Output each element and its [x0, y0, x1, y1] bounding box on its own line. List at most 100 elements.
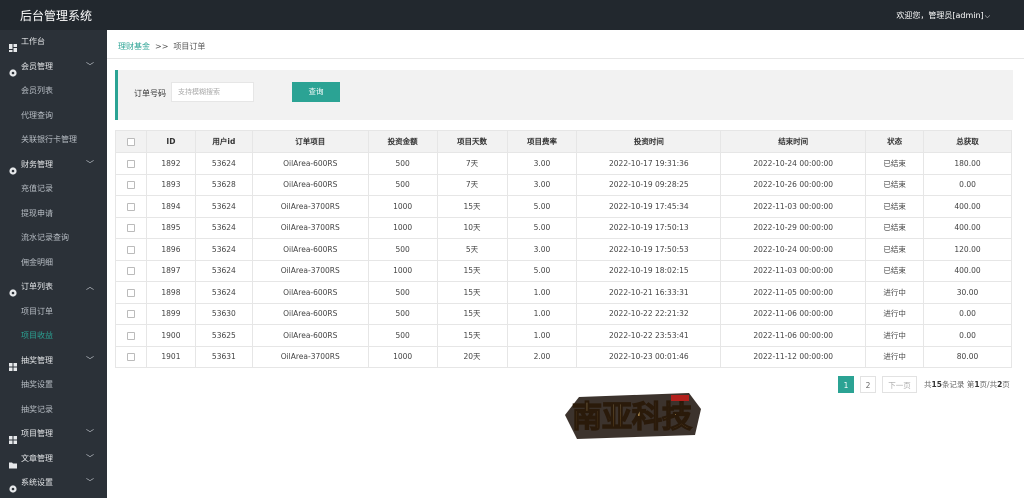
gear-icon	[9, 63, 17, 77]
table-cell: 53630	[194, 302, 253, 325]
table-cell: 1900	[145, 324, 196, 347]
row-checkbox[interactable]	[126, 224, 135, 233]
sidebar-item-label: 抽奖记录	[21, 404, 53, 414]
row-select-cell	[115, 173, 147, 196]
select-all-checkbox[interactable]	[126, 138, 135, 146]
row-checkbox[interactable]	[126, 331, 135, 340]
sidebar-group-16[interactable]: 项目管理 ﹀	[0, 422, 107, 447]
table-cell: 2022-10-19 18:02:15	[576, 259, 722, 282]
sidebar-item-label: 文章管理	[21, 453, 53, 463]
table-row[interactable]: 1893 53628 OilArea-600RS 500 7天 3.00 2022-10-1…	[115, 173, 1012, 196]
table-cell: OilArea-600RS	[251, 302, 369, 325]
table-cell: 180.00	[923, 152, 1012, 175]
table-cell: 5.00	[506, 259, 578, 282]
column-header: 状态	[865, 130, 925, 153]
table-cell: OilArea-3700RS	[251, 259, 369, 282]
table-cell: 1896	[145, 238, 196, 261]
table-cell: 2022-10-19 09:28:25	[576, 173, 722, 196]
table-cell: 3.00	[506, 238, 578, 261]
sidebar-item-9[interactable]: 佣金明细	[0, 251, 107, 276]
row-checkbox[interactable]	[126, 181, 135, 190]
sidebar-group-18[interactable]: 系统设置 ﹀	[0, 471, 107, 496]
table-cell: OilArea-600RS	[251, 173, 369, 196]
breadcrumb-link[interactable]: 理财基金	[118, 42, 150, 51]
row-checkbox[interactable]	[126, 202, 135, 211]
folder-icon	[9, 455, 17, 468]
grid-icon	[9, 430, 17, 444]
sidebar-item-8[interactable]: 流水记录查询	[0, 226, 107, 251]
table-row[interactable]: 1895 53624 OilArea-3700RS 1000 10天 5.00 2022-1…	[115, 216, 1012, 239]
table-cell: 1894	[145, 195, 196, 218]
table-cell: 0.00	[923, 302, 1012, 325]
table-row[interactable]: 1901 53631 OilArea-3700RS 1000 20天 2.00 2022-1…	[115, 345, 1012, 368]
filter-panel: 订单号码 查询	[115, 70, 1013, 120]
top-bar: 后台管理系统 欢迎您，管理员[admin]⌵	[0, 0, 1024, 30]
table-row[interactable]: 1897 53624 OilArea-3700RS 1000 15天 5.00 2022-1…	[115, 259, 1012, 282]
table-cell: 53624	[194, 281, 253, 304]
table-cell: 500	[367, 152, 438, 175]
table-cell: 53624	[194, 216, 253, 239]
column-header: 用户id	[194, 130, 253, 153]
table-cell: 53624	[194, 238, 253, 261]
sidebar-item-label: 抽奖管理	[21, 355, 53, 365]
table-cell: 15天	[436, 302, 508, 325]
next-page-button[interactable]: 下一页	[882, 376, 917, 393]
page-1-button[interactable]: 1	[838, 376, 854, 393]
sidebar-item-7[interactable]: 提现申请	[0, 202, 107, 227]
sidebar-group-10[interactable]: 订单列表 ︿	[0, 275, 107, 300]
sidebar-group-17[interactable]: 文章管理 ﹀	[0, 447, 107, 472]
table-cell: OilArea-600RS	[251, 152, 369, 175]
table-row[interactable]: 1898 53624 OilArea-600RS 500 15天 1.00 2022-10-…	[115, 281, 1012, 304]
main-content: 理财基金 >> 项目订单 订单号码 查询 ID用户id订单项目投资金额项目天数项目费…	[107, 30, 1024, 498]
sidebar-item-15[interactable]: 抽奖记录	[0, 398, 107, 423]
table-row[interactable]: 1894 53624 OilArea-3700RS 1000 15天 5.00 2022-1…	[115, 195, 1012, 218]
sidebar-item-label: 流水记录查询	[21, 233, 69, 242]
table-row[interactable]: 1896 53624 OilArea-600RS 500 5天 3.00 2022-10-1…	[115, 238, 1012, 261]
order-number-input[interactable]	[171, 82, 254, 102]
table-cell: 2022-10-21 16:33:31	[576, 281, 722, 304]
table-cell: 0.00	[923, 324, 1012, 347]
table-cell: 1000	[367, 345, 438, 368]
sidebar-item-3[interactable]: 代理查询	[0, 104, 107, 129]
table-cell: 10天	[436, 216, 508, 239]
row-checkbox[interactable]	[126, 353, 135, 362]
sidebar-item-2[interactable]: 会员列表	[0, 79, 107, 104]
orders-table: ID 用户id 订单项目 投资金额 项目天数 项目费率 投资时间 结束时间 状态 总获取 1892…	[115, 130, 1012, 368]
row-checkbox[interactable]	[126, 245, 135, 254]
table-row[interactable]: 1899 53630 OilArea-600RS 500 15天 1.00 2022-10-…	[115, 302, 1012, 325]
sidebar-item-label: 充值记录	[21, 184, 53, 193]
row-checkbox[interactable]	[126, 310, 135, 319]
row-checkbox[interactable]	[126, 159, 135, 168]
page-2-button[interactable]: 2	[860, 376, 876, 393]
chevron-down-icon: ﹀	[86, 159, 94, 169]
table-cell: 2022-10-17 19:31:36	[576, 152, 722, 175]
sidebar-group-13[interactable]: 抽奖管理 ﹀	[0, 349, 107, 374]
sidebar-group-0[interactable]: 工作台	[0, 30, 107, 55]
query-button[interactable]: 查询	[292, 82, 340, 102]
table-cell: 15天	[436, 324, 508, 347]
table-cell: 2022-10-24 00:00:00	[720, 152, 867, 175]
table-cell: 500	[367, 324, 438, 347]
sidebar-item-label: 抽奖设置	[21, 380, 53, 389]
sidebar-item-12[interactable]: 项目收益	[0, 324, 107, 349]
sidebar-group-5[interactable]: 财务管理 ﹀	[0, 153, 107, 178]
sidebar-group-1[interactable]: 会员管理 ﹀	[0, 55, 107, 80]
row-checkbox[interactable]	[126, 288, 135, 297]
column-header: 项目天数	[436, 130, 508, 153]
brand-logo: 南亚科技	[565, 393, 701, 439]
sidebar-item-label: 会员列表	[21, 86, 53, 95]
sidebar-item-14[interactable]: 抽奖设置	[0, 373, 107, 398]
row-checkbox[interactable]	[126, 267, 135, 276]
table-row[interactable]: 1900 53625 OilArea-600RS 500 15天 1.00 2022-10-…	[115, 324, 1012, 347]
chevron-up-icon: ︿	[86, 282, 94, 291]
table-cell: OilArea-600RS	[251, 281, 369, 304]
sidebar-item-4[interactable]: 关联银行卡管理	[0, 128, 107, 153]
svg-text:南亚科技: 南亚科技	[572, 400, 692, 435]
sidebar-item-label: 提现申请	[21, 208, 53, 218]
table-header-row: ID 用户id 订单项目 投资金额 项目天数 项目费率 投资时间 结束时间 状态 总获取	[115, 130, 1012, 153]
sidebar: 工作台 会员管理 ﹀ 会员列表代理查询 关联银行卡管理 财务管理 ﹀ 充值记录提现申请流水记录…	[0, 30, 107, 498]
table-row[interactable]: 1892 53624 OilArea-600RS 500 7天 3.00 2022-10-1…	[115, 152, 1012, 175]
sidebar-item-6[interactable]: 充值记录	[0, 177, 107, 202]
user-menu[interactable]: 欢迎您，管理员[admin]⌵	[896, 10, 990, 21]
sidebar-item-11[interactable]: 项目订单	[0, 300, 107, 325]
